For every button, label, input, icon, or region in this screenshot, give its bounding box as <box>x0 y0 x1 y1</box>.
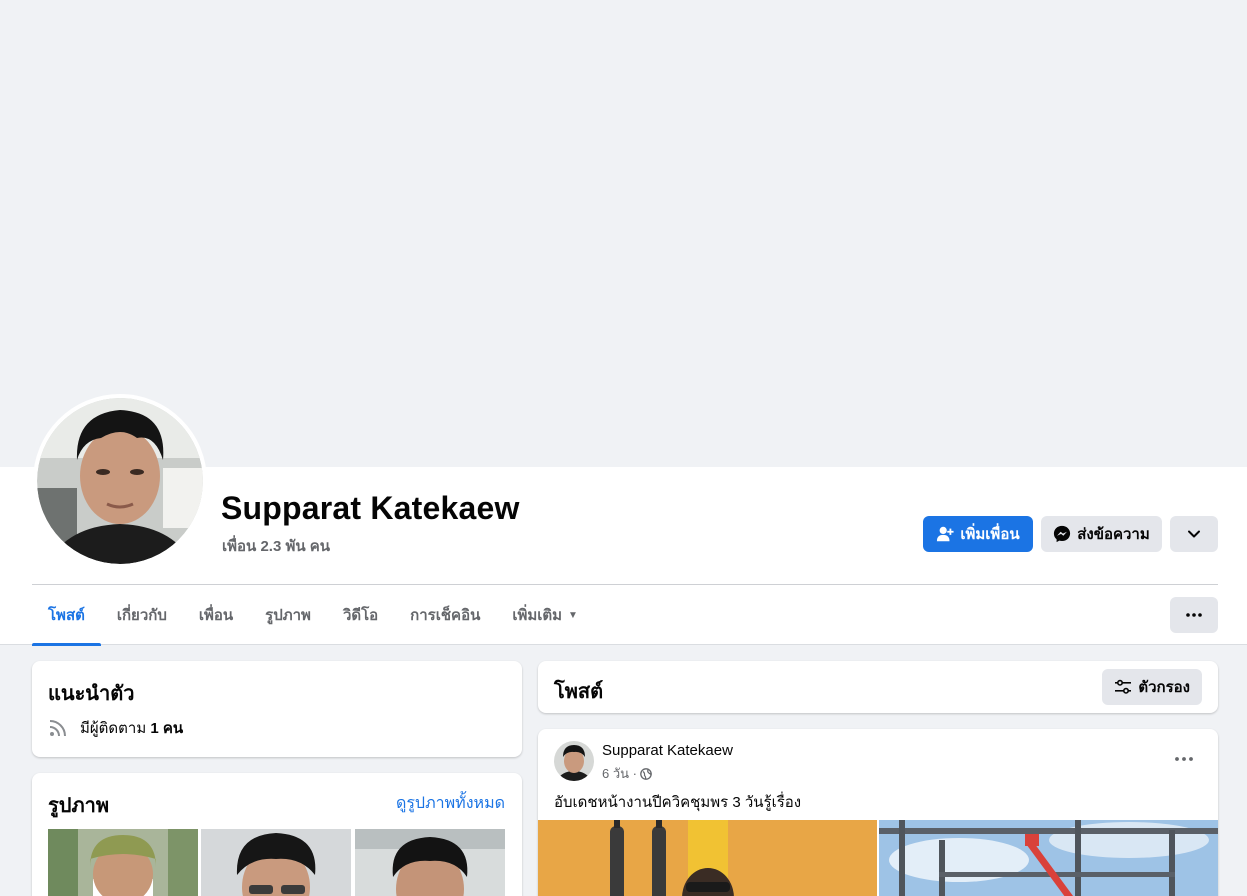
sliders-icon <box>1115 679 1132 694</box>
message-label: ส่งข้อความ <box>1077 526 1150 543</box>
filter-label: ตัวกรอง <box>1138 679 1190 696</box>
tab-more-label: เพิ่มเติม <box>512 607 563 624</box>
photos-title: รูปภาพ <box>48 795 110 817</box>
chevron-down-icon <box>1188 530 1200 538</box>
post-author-name[interactable]: Supparat Katekaew <box>602 742 733 759</box>
posts-header-card: โพสต์ ตัวกรอง <box>538 661 1218 713</box>
globe-icon <box>640 767 652 780</box>
intro-title: แนะนำตัว <box>48 683 135 705</box>
person-plus-icon <box>937 526 954 542</box>
photos-card: รูปภาพ ดูรูปภาพทั้งหมด <box>32 773 522 896</box>
post-photo-image <box>879 820 1218 896</box>
followers-row: มีผู้ติดตาม 1 คน <box>48 716 183 740</box>
tab-friends[interactable]: เพื่อน <box>183 585 249 645</box>
cover-photo-area[interactable] <box>0 0 1247 467</box>
ellipsis-icon <box>1186 613 1202 617</box>
tab-photos-label: รูปภาพ <box>265 607 311 624</box>
caret-down-icon: ▼ <box>568 609 578 621</box>
post-photo[interactable] <box>538 820 877 896</box>
tab-checkins[interactable]: การเช็คอิน <box>394 585 496 645</box>
profile-avatar-image <box>37 398 203 564</box>
add-friend-button[interactable]: เพิ่มเพื่อน <box>923 516 1033 552</box>
profile-tabs: โพสต์ เกี่ยวกับ เพื่อน รูปภาพ วิดีโอ การ… <box>32 585 594 646</box>
tab-videos[interactable]: วิดีโอ <box>327 585 394 645</box>
post-photo-image <box>538 820 877 896</box>
photo-thumbnail-image <box>355 829 505 896</box>
followers-count[interactable]: 1 คน <box>150 720 183 737</box>
profile-name: Supparat Katekaew <box>221 490 520 526</box>
intro-card: แนะนำตัว มีผู้ติดตาม 1 คน <box>32 661 522 757</box>
post-meta: 6 วัน · <box>602 763 652 784</box>
message-button[interactable]: ส่งข้อความ <box>1041 516 1162 552</box>
post-options-button[interactable] <box>1166 745 1202 773</box>
followers-prefix: มีผู้ติดตาม <box>80 720 147 737</box>
profile-options-dropdown[interactable] <box>1170 516 1218 552</box>
tab-checkins-label: การเช็คอิน <box>410 607 481 624</box>
messenger-icon <box>1054 525 1071 543</box>
friend-count[interactable]: เพื่อน 2.3 พัน คน <box>222 534 330 558</box>
filter-button[interactable]: ตัวกรอง <box>1102 669 1202 705</box>
posts-title: โพสต์ <box>554 681 604 703</box>
tab-posts[interactable]: โพสต์ <box>32 585 101 646</box>
post-author-avatar[interactable] <box>554 741 594 781</box>
post-photo[interactable] <box>879 820 1218 896</box>
rss-icon <box>49 720 66 737</box>
profile-avatar[interactable] <box>33 394 207 568</box>
photo-thumbnail[interactable] <box>48 829 198 896</box>
tab-about-label: เกี่ยวกับ <box>116 607 167 624</box>
see-all-photos-link[interactable]: ดูรูปภาพทั้งหมด <box>396 791 505 816</box>
tab-posts-label: โพสต์ <box>48 607 85 624</box>
followers-text: มีผู้ติดตาม 1 คน <box>80 716 183 740</box>
photo-thumbnail[interactable] <box>355 829 505 896</box>
photo-thumbnail[interactable] <box>201 829 351 896</box>
photo-thumbnail-image <box>48 829 198 896</box>
tab-photos[interactable]: รูปภาพ <box>249 585 327 645</box>
photo-thumbnail-image <box>201 829 351 896</box>
tab-videos-label: วิดีโอ <box>342 607 379 624</box>
add-friend-label: เพิ่มเพื่อน <box>960 526 1020 543</box>
tab-more[interactable]: เพิ่มเติม ▼ <box>496 585 594 645</box>
post-timestamp[interactable]: 6 วัน · <box>602 763 637 784</box>
post-text: อับเดชหน้างานปีควิคชุมพร 3 วันรู้เรื่อง <box>554 794 802 811</box>
tab-friends-label: เพื่อน <box>198 607 234 624</box>
post-card: Supparat Katekaew 6 วัน · อับเดชหน้างานป… <box>538 729 1218 896</box>
tabs-more-button[interactable] <box>1170 597 1218 633</box>
ellipsis-icon <box>1175 757 1193 761</box>
tab-about[interactable]: เกี่ยวกับ <box>101 585 183 645</box>
post-author-avatar-image <box>554 741 594 781</box>
